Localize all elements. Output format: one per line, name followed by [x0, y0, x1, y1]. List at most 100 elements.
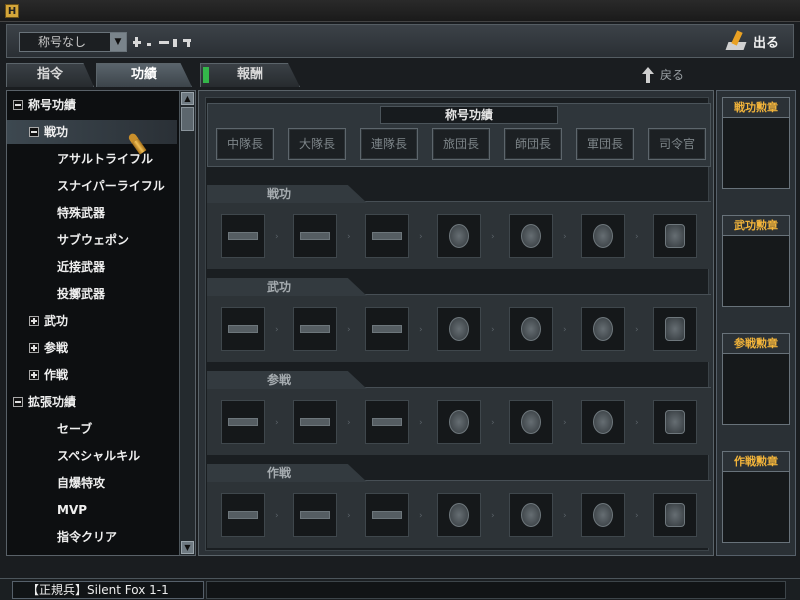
badge-box[interactable]: 参戦勲章	[722, 333, 790, 425]
collapse-minus-icon[interactable]	[29, 127, 39, 137]
medal-slot[interactable]	[437, 493, 481, 537]
tree-item[interactable]: サブウェポン	[57, 228, 129, 252]
medal-slot[interactable]	[293, 214, 337, 258]
rank-button[interactable]: 司令官	[648, 128, 706, 160]
tree-item[interactable]: 拡張功績	[13, 390, 76, 414]
scroll-down-icon[interactable]: ▼	[181, 541, 194, 554]
tree-item[interactable]: 指令クリア	[57, 525, 117, 549]
medal-icon	[665, 224, 685, 248]
chevron-right-icon: ›	[419, 325, 423, 335]
medal-slot[interactable]	[365, 214, 409, 258]
badge-box[interactable]: 戦功勲章	[722, 97, 790, 189]
section-title: 戦功	[207, 185, 367, 203]
collapse-minus-icon[interactable]	[13, 100, 23, 110]
tree-item[interactable]: 称号功績	[13, 93, 76, 117]
rank-button[interactable]: 中隊長	[216, 128, 274, 160]
medal-slot[interactable]	[653, 307, 697, 351]
tree-item[interactable]: セーブ	[57, 417, 92, 441]
medal-slot[interactable]	[581, 214, 625, 258]
collapse-minus-icon[interactable]	[13, 397, 23, 407]
medal-slot[interactable]	[437, 214, 481, 258]
medal-slot[interactable]	[293, 400, 337, 444]
tree-item-label: 称号功績	[28, 98, 77, 112]
chevron-right-icon: ›	[419, 418, 423, 428]
tree-item[interactable]: 作戦	[29, 363, 68, 387]
back-arrow-icon	[640, 66, 654, 83]
title-select[interactable]: 称号なし ▼	[19, 32, 127, 52]
tree-item[interactable]: 特殊武器	[57, 201, 105, 225]
medal-icon	[593, 410, 613, 434]
tree-item[interactable]: 戦功	[7, 120, 177, 144]
medal-slot[interactable]	[293, 493, 337, 537]
app-icon: H	[5, 4, 19, 18]
badge-title: 参戦勲章	[723, 334, 789, 354]
tree-item[interactable]: 武功	[29, 309, 68, 333]
tree-item[interactable]: 投擲武器	[57, 282, 105, 306]
section-title: 参戦	[207, 371, 367, 389]
medal-slot[interactable]	[653, 493, 697, 537]
medal-slot[interactable]	[509, 307, 553, 351]
exit-label: 出る	[752, 35, 779, 51]
chevron-right-icon: ›	[635, 418, 639, 428]
chevron-right-icon: ›	[347, 232, 351, 242]
medal-slot[interactable]	[221, 400, 265, 444]
medal-section: › › › › › › 武功	[207, 278, 711, 362]
medal-slot[interactable]	[653, 400, 697, 444]
tree-item[interactable]: MVP	[57, 498, 87, 522]
medal-slot[interactable]	[365, 400, 409, 444]
tree-item-label: 投擲武器	[57, 287, 106, 301]
rank-button[interactable]: 師団長	[504, 128, 562, 160]
tree-item[interactable]: 自爆特攻	[57, 471, 105, 495]
medal-slot[interactable]	[221, 214, 265, 258]
tree-item-label: 作戦	[44, 368, 69, 382]
tree-item[interactable]: スナイパーライフル	[57, 174, 165, 198]
rank-button[interactable]: 大隊長	[288, 128, 346, 160]
ribbon-icon	[300, 418, 330, 426]
medal-slot[interactable]	[509, 214, 553, 258]
medal-slot[interactable]	[221, 307, 265, 351]
rank-button[interactable]: 軍団長	[576, 128, 634, 160]
exit-button[interactable]: 出る	[725, 28, 779, 54]
tree-item[interactable]: 参戦	[29, 336, 68, 360]
scroll-up-icon[interactable]: ▲	[181, 92, 194, 105]
tree-item[interactable]: 近接武器	[57, 255, 105, 279]
medal-slot[interactable]	[581, 400, 625, 444]
medal-slot[interactable]	[509, 493, 553, 537]
medal-slot[interactable]	[365, 493, 409, 537]
medal-slot[interactable]	[581, 307, 625, 351]
medal-slot[interactable]	[437, 400, 481, 444]
expand-plus-icon[interactable]	[29, 316, 39, 326]
tree-item-label: セーブ	[57, 422, 93, 436]
rank-button[interactable]: 旅団長	[432, 128, 490, 160]
rank-box: 称号功績 中隊長 大隊長 連隊長 旅団長 師団長 軍団長 司令官	[207, 103, 711, 167]
scroll-thumb[interactable]	[181, 107, 194, 131]
tab-rewards-label: 報酬	[236, 67, 263, 82]
medal-slot[interactable]	[653, 214, 697, 258]
chevron-right-icon: ›	[347, 325, 351, 335]
tree-scrollbar[interactable]: ▲ ▼	[179, 91, 195, 555]
tab-rewards[interactable]: 報酬	[200, 63, 300, 87]
expand-plus-icon[interactable]	[29, 343, 39, 353]
medal-slot[interactable]	[581, 493, 625, 537]
tab-achievements[interactable]: 功績	[96, 63, 192, 87]
medal-icon	[449, 410, 469, 434]
badge-box[interactable]: 作戦勲章	[722, 451, 790, 543]
ribbon-icon	[228, 418, 258, 426]
chevron-down-icon[interactable]: ▼	[110, 33, 126, 51]
tab-orders[interactable]: 指令	[6, 63, 94, 87]
back-button[interactable]: 戻る	[640, 66, 684, 83]
rank-button[interactable]: 連隊長	[360, 128, 418, 160]
medal-slot[interactable]	[365, 307, 409, 351]
medal-slot[interactable]	[509, 400, 553, 444]
tree-item-label: 特殊武器	[57, 206, 106, 220]
tree-item-label: 自爆特攻	[57, 476, 106, 490]
medal-slot[interactable]	[293, 307, 337, 351]
expand-plus-icon[interactable]	[29, 370, 39, 380]
badge-title: 作戦勲章	[723, 452, 789, 472]
medal-slot[interactable]	[437, 307, 481, 351]
ribbon-icon	[300, 325, 330, 333]
medal-slot[interactable]	[221, 493, 265, 537]
badge-box[interactable]: 武功勲章	[722, 215, 790, 307]
tree-item[interactable]: スペシャルキル	[57, 444, 140, 468]
ribbon-icon	[228, 511, 258, 519]
